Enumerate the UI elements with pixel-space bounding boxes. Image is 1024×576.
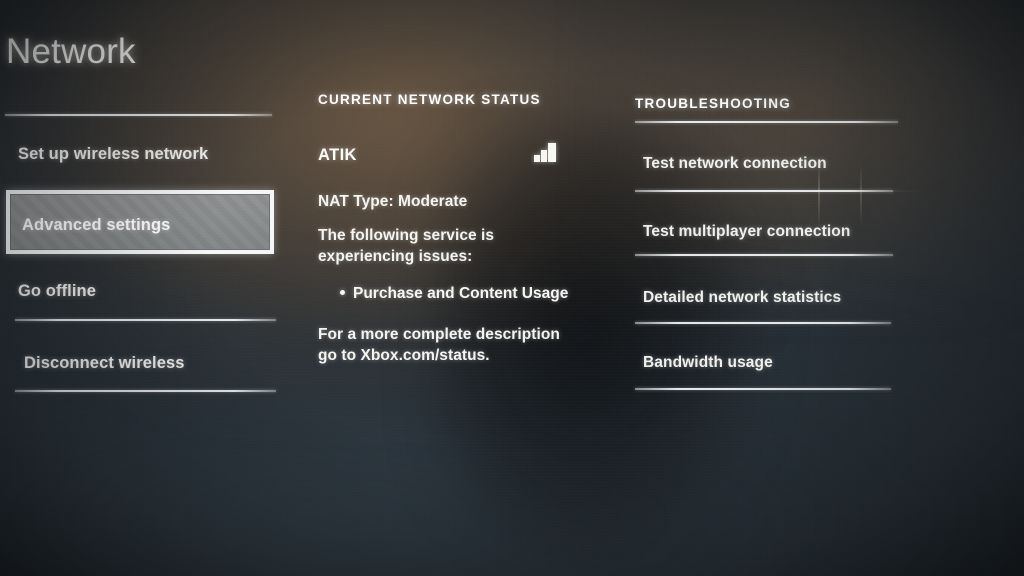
troubleshooting-divider-4	[635, 322, 891, 324]
screen-content: Network Set up wireless network Advanced…	[0, 0, 1024, 576]
status-footnote-text: For a more complete description go to Xb…	[318, 326, 560, 364]
nav-item-label: Go offline	[18, 282, 96, 300]
bullet-icon	[340, 289, 345, 295]
nav-item-label: Disconnect wireless	[24, 354, 185, 372]
signal-bar-3	[548, 143, 556, 162]
troubleshooting-heading: TROUBLESHOOTING	[635, 96, 791, 111]
nav-divider-top	[5, 114, 272, 116]
troubleshooting-item-label: Bandwidth usage	[643, 354, 773, 371]
troubleshooting-item-label: Test multiplayer connection	[643, 223, 851, 240]
nav-divider-middle	[15, 319, 276, 321]
nav-item-advanced-settings[interactable]: Advanced settings	[6, 190, 274, 254]
signal-bar-1	[534, 155, 540, 162]
troubleshooting-divider-5	[635, 388, 891, 390]
troubleshooting-item-bandwidth-usage[interactable]: Bandwidth usage	[643, 354, 913, 372]
troubleshooting-item-test-network-connection[interactable]: Test network connection	[643, 155, 913, 173]
troubleshooting-divider-2	[635, 190, 893, 192]
service-issue-label: Purchase and Content Usage	[353, 285, 569, 302]
nav-column: Set up wireless network Advanced setting…	[0, 0, 300, 576]
troubleshooting-item-label: Detailed network statistics	[643, 289, 842, 306]
nav-item-label: Set up wireless network	[18, 145, 209, 163]
signal-bar-2	[541, 150, 547, 162]
current-network-status-heading: CURRENT NETWORK STATUS	[318, 92, 541, 107]
service-issue-lead-text: The following service is experiencing is…	[318, 227, 495, 265]
nav-divider-bottom	[15, 390, 276, 392]
nat-type-label: NAT Type: Moderate	[318, 193, 468, 210]
nav-item-label: Advanced settings	[22, 216, 171, 234]
troubleshooting-item-detailed-network-statistics[interactable]: Detailed network statistics	[643, 289, 913, 307]
troubleshooting-divider-1	[635, 121, 898, 123]
troubleshooting-divider-3	[635, 254, 893, 256]
troubleshooting-item-label: Test network connection	[643, 155, 827, 172]
current-network-status-column: CURRENT NETWORK STATUS ATIK NAT Type: Mo…	[318, 0, 618, 576]
troubleshooting-column: TROUBLESHOOTING Test network connection …	[635, 0, 935, 576]
troubleshooting-item-test-multiplayer-connection[interactable]: Test multiplayer connection	[643, 223, 913, 241]
network-ssid-label: ATIK	[318, 146, 357, 164]
signal-strength-icon	[533, 141, 559, 165]
service-issue-list-item: Purchase and Content Usage	[340, 285, 590, 303]
network-settings-screen: Network Set up wireless network Advanced…	[0, 0, 1024, 576]
